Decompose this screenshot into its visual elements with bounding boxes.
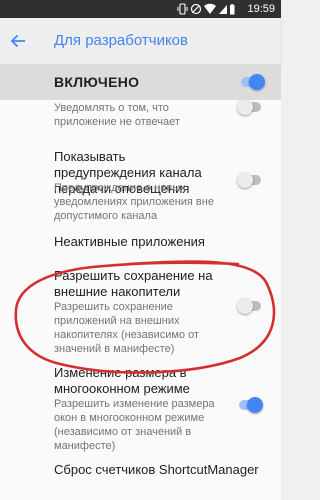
setting-title: Сброс счетчиков ShortcutManager [54,462,259,477]
setting-toggle[interactable] [237,298,263,314]
setting-anr-dialog[interactable]: Уведомлять о том, что приложение не отве… [0,100,281,140]
arrow-back-icon [10,34,25,48]
status-bar: 19:59 [0,0,281,18]
setting-inactive-apps[interactable]: Неактивные приложения [0,224,281,260]
signal-icon [219,5,227,14]
setting-title: Разрешить сохранение на внешние накопите… [54,268,213,299]
setting-toggle[interactable] [237,397,263,413]
app-bar: Для разработчиков [0,18,281,64]
vibrate-icon [177,3,188,15]
developer-options-master-switch[interactable]: ВКЛЮЧЕНО [0,64,281,100]
setting-summary: Разрешить изменение размера окон в много… [54,398,215,452]
page-title: Для разработчиков [54,32,188,49]
setting-force-resizable-activities[interactable]: Изменение размера в многооконном режиме … [0,356,281,460]
setting-force-allow-external-storage[interactable]: Разрешить сохранение на внешние накопите… [0,260,281,356]
status-icons [177,3,235,15]
setting-summary: Разрешить сохранение приложений на внешн… [54,301,200,355]
setting-reset-shortcutmanager[interactable]: Сброс счетчиков ShortcutManager [0,460,281,500]
status-icons-graphic [177,3,235,15]
battery-icon [230,4,235,15]
setting-title: Изменение размера в многооконном режиме [54,365,190,396]
setting-summary: Предупреждение о новых уведомлениях прил… [54,182,214,222]
setting-title: Неактивные приложения [54,234,205,249]
setting-toggle[interactable] [237,172,263,188]
status-clock: 19:59 [247,3,275,15]
setting-toggle[interactable] [237,100,263,115]
master-switch-label: ВКЛЮЧЕНО [54,74,140,90]
back-button[interactable] [6,29,30,53]
master-toggle[interactable] [239,74,265,90]
setting-notification-channel-warnings[interactable]: Показывать предупреждения канала передач… [0,140,281,224]
settings-list: Уведомлять о том, что приложение не отве… [0,100,281,500]
wifi-icon [204,3,216,15]
setting-summary: Уведомлять о том, что приложение не отве… [54,102,180,128]
blocked-icon [190,3,202,15]
